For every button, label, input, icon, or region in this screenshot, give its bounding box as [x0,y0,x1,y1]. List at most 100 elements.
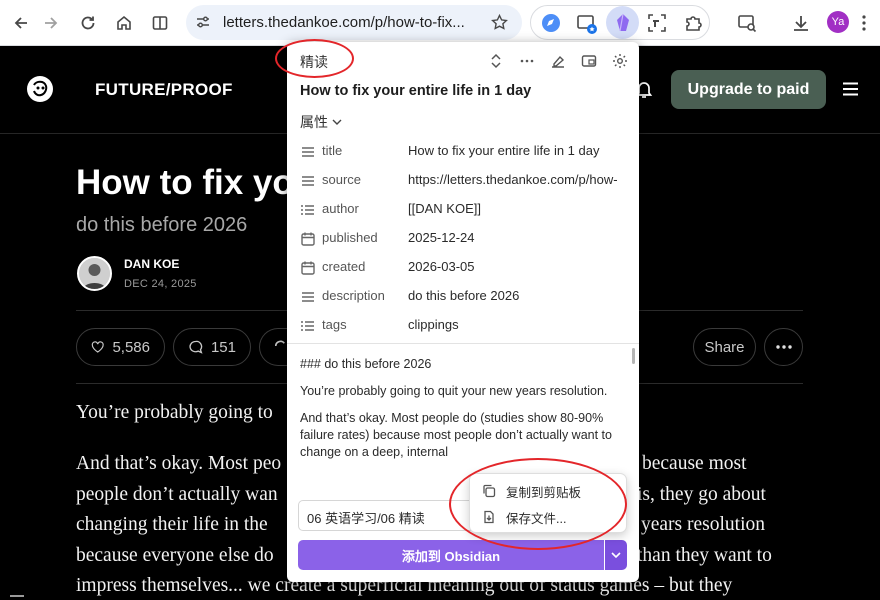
property-value[interactable]: How to fix your entire life in 1 day [408,143,622,158]
article-title: How to fix yo [76,163,294,202]
home-icon [117,15,131,30]
add-options-dropdown-button[interactable] [605,540,627,570]
property-name: tags [322,317,347,332]
preview-paragraph: You’re probably going to quit your new y… [300,384,608,398]
property-name: published [322,230,378,245]
address-bar[interactable]: letters.thedankoe.com/p/how-to-fix... [186,5,522,40]
bookmark-star-icon[interactable] [491,14,508,31]
text-lines-icon [302,292,314,302]
rocket-extension-icon[interactable] [541,13,561,33]
browser-menu-icon[interactable] [861,14,867,32]
article-paragraph: years resolution [641,514,766,535]
property-name: source [322,172,362,187]
article-paragraph: people don’t actually wan [76,484,278,505]
property-name: description [322,288,385,303]
forward-button[interactable] [36,8,66,38]
screen-capture-extension-icon[interactable] [647,13,667,33]
publish-date: DEC 24, 2025 [124,278,197,290]
highlighter-icon[interactable] [549,52,567,70]
tab-manager-extension-icon[interactable] [576,13,598,35]
property-row-created[interactable]: created 2026-03-05 [300,257,630,279]
expand-collapse-icon[interactable] [487,52,505,70]
article-paragraph: You’re probably going to [76,402,273,423]
note-content-preview[interactable]: ### do this before 2026 You’re probably … [300,356,620,471]
home-button[interactable] [109,8,139,38]
property-name: title [322,143,343,158]
comment-button[interactable]: 151 [173,328,251,366]
arrow-left-icon [14,17,27,29]
property-row-description[interactable]: description do this before 2026 [300,286,630,308]
author-name[interactable]: DAN KOE [124,257,179,271]
more-options-icon[interactable] [518,52,536,70]
property-value[interactable]: https://letters.thedankoe.com/p/how- [408,172,622,187]
site-settings-icon[interactable] [195,14,211,30]
preview-paragraph: And that’s okay. Most people do (studies… [300,411,612,459]
text-lines-icon [302,147,314,157]
obsidian-gem-icon [617,13,629,32]
divider [287,343,639,344]
split-view-button[interactable] [145,8,175,38]
reload-button[interactable] [73,8,103,38]
url-text[interactable]: letters.thedankoe.com/p/how-to-fix... [223,14,473,31]
popup-toolbar [487,52,629,70]
list-icon [301,205,314,215]
text-lines-icon [302,176,314,186]
split-view-icon [152,16,168,30]
property-row-source[interactable]: source https://letters.thedankoe.com/p/h… [300,170,630,192]
article-paragraph: changing their life in the [76,514,268,535]
arrow-right-icon [45,17,58,29]
download-icon[interactable] [791,13,811,33]
annotation-circle [449,458,627,550]
heart-icon [91,341,104,353]
article-paragraph: than they want to [637,545,772,566]
article-paragraph: is, they go about [637,484,766,505]
comment-bubble-icon [189,340,203,354]
scroll-indicator [10,595,24,597]
browser-toolbar: letters.thedankoe.com/p/how-to-fix... Ya [0,0,880,46]
share-button[interactable]: Share [693,328,756,366]
more-horizontal-icon [775,345,792,349]
restack-button[interactable] [259,328,289,366]
property-row-tags[interactable]: tags clippings [300,315,630,337]
properties-label: 属性 [300,114,328,130]
site-logo-icon[interactable] [27,76,53,102]
upgrade-to-paid-button[interactable]: Upgrade to paid [671,70,826,109]
property-row-title[interactable]: title How to fix your entire life in 1 d… [300,141,630,163]
obsidian-clipper-extension-button[interactable] [606,6,639,39]
comment-count: 151 [210,338,236,356]
list-icon [301,321,314,331]
profile-avatar[interactable]: Ya [827,11,849,33]
preview-heading: ### do this before 2026 [300,357,432,371]
chevron-down-icon [611,551,621,558]
property-value[interactable]: 2025-12-24 [408,230,622,245]
like-button[interactable]: 5,586 [76,328,165,366]
calendar-icon [301,232,315,246]
note-title[interactable]: How to fix your entire life in 1 day [300,83,531,99]
property-value[interactable]: do this before 2026 [408,288,622,303]
hamburger-menu-icon[interactable] [842,82,859,96]
site-name[interactable]: FUTURE/PROOF [95,80,233,100]
author-avatar[interactable] [77,256,112,291]
article-paragraph: because most [642,453,747,474]
article-paragraph: And that’s okay. Most peo [76,453,282,474]
article-subtitle: do this before 2026 [76,214,248,236]
article-paragraph: because everyone else do [76,545,274,566]
settings-gear-icon[interactable] [611,52,629,70]
calendar-icon [301,261,315,275]
property-row-author[interactable]: author [[DAN KOE]] [300,199,630,221]
annotation-circle [275,39,354,78]
property-value[interactable]: 2026-03-05 [408,259,622,274]
reader-view-icon[interactable] [580,52,598,70]
back-button[interactable] [6,8,36,38]
puzzle-extensions-icon[interactable] [684,13,704,33]
property-value[interactable]: clippings [408,317,622,332]
property-name: author [322,201,359,216]
property-name: created [322,259,366,274]
property-row-published[interactable]: published 2025-12-24 [300,228,630,250]
more-options-button[interactable] [764,328,803,366]
tab-search-icon[interactable] [737,13,757,33]
property-value[interactable]: [[DAN KOE]] [408,201,622,216]
preview-scrollbar[interactable] [632,348,635,364]
chevron-down-icon [332,119,342,125]
properties-toggle[interactable]: 属性 [300,112,342,132]
